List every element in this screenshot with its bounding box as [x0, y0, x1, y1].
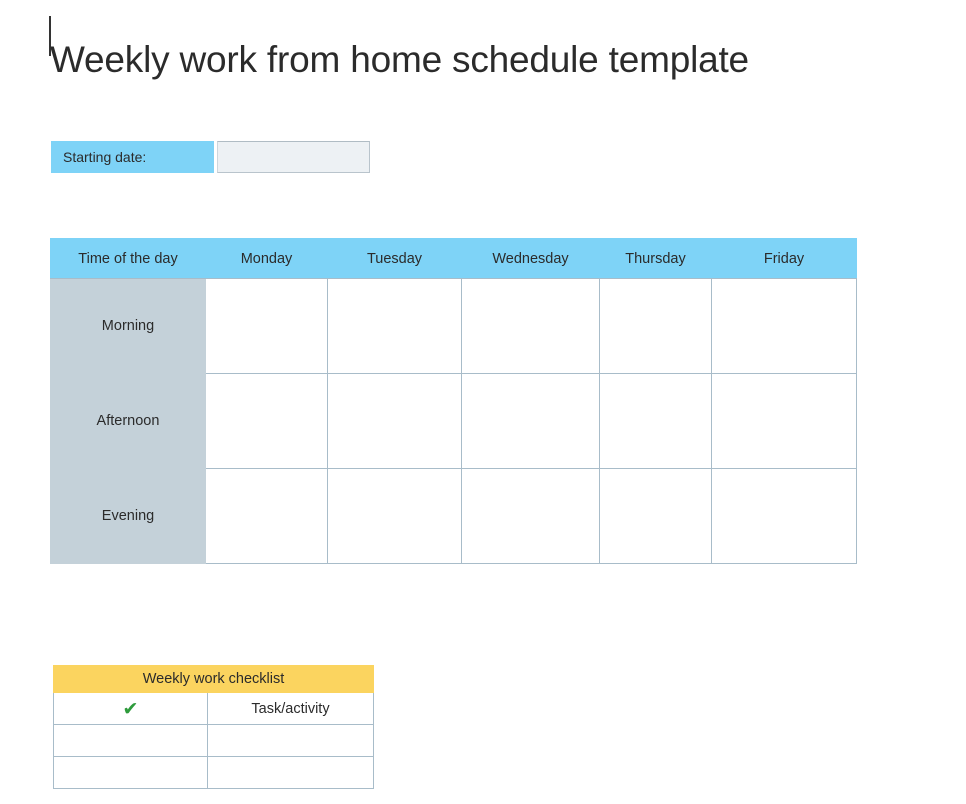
table-row: Evening — [50, 468, 857, 564]
starting-date-label: Starting date: — [51, 141, 214, 173]
starting-date-input[interactable] — [217, 141, 370, 173]
schedule-row-label-morning: Morning — [50, 278, 206, 374]
schedule-cell-morning-thursday[interactable] — [599, 278, 712, 374]
schedule-cell-afternoon-thursday[interactable] — [599, 373, 712, 469]
schedule-cell-evening-monday[interactable] — [205, 468, 328, 564]
list-item — [53, 756, 375, 789]
schedule-header-monday: Monday — [205, 238, 328, 279]
schedule-row-label-afternoon: Afternoon — [50, 373, 206, 469]
weekly-work-checklist-table: Weekly work checklist ✔ Task/activity — [52, 665, 375, 789]
schedule-header-tuesday: Tuesday — [327, 238, 462, 279]
schedule-cell-afternoon-monday[interactable] — [205, 373, 328, 469]
checklist-task-cell[interactable] — [206, 724, 375, 757]
schedule-cell-morning-tuesday[interactable] — [327, 278, 462, 374]
table-row: Morning — [50, 278, 857, 374]
schedule-cell-morning-wednesday[interactable] — [461, 278, 600, 374]
schedule-cell-afternoon-tuesday[interactable] — [327, 373, 462, 469]
list-item — [53, 724, 375, 757]
checklist-task-cell[interactable] — [206, 756, 375, 789]
checklist-done-cell[interactable] — [53, 756, 208, 789]
schedule-cell-evening-tuesday[interactable] — [327, 468, 462, 564]
checklist-header-row: ✔ Task/activity — [53, 692, 375, 725]
schedule-cell-evening-wednesday[interactable] — [461, 468, 600, 564]
schedule-cell-evening-friday[interactable] — [711, 468, 857, 564]
schedule-header-friday: Friday — [711, 238, 857, 279]
schedule-cell-morning-friday[interactable] — [711, 278, 857, 374]
schedule-header-thursday: Thursday — [599, 238, 712, 279]
schedule-cell-morning-monday[interactable] — [205, 278, 328, 374]
schedule-row-label-evening: Evening — [50, 468, 206, 564]
starting-date-row: Starting date: — [51, 141, 370, 173]
checklist-done-cell[interactable] — [53, 724, 208, 757]
schedule-header-row: Time of the day Monday Tuesday Wednesday… — [50, 238, 857, 279]
schedule-header-time-of-day: Time of the day — [50, 238, 206, 279]
table-row: Afternoon — [50, 373, 857, 469]
schedule-cell-evening-thursday[interactable] — [599, 468, 712, 564]
checklist-header-task-column: Task/activity — [206, 692, 375, 725]
schedule-cell-afternoon-wednesday[interactable] — [461, 373, 600, 469]
checklist-title-row: Weekly work checklist — [52, 665, 375, 693]
weekly-schedule-table: Time of the day Monday Tuesday Wednesday… — [50, 238, 857, 564]
checklist-header-done-column: ✔ — [53, 692, 208, 725]
checklist-title: Weekly work checklist — [52, 665, 375, 693]
page-title: Weekly work from home schedule template — [50, 38, 749, 80]
schedule-header-wednesday: Wednesday — [461, 238, 600, 279]
check-mark-icon: ✔ — [122, 698, 139, 720]
schedule-cell-afternoon-friday[interactable] — [711, 373, 857, 469]
